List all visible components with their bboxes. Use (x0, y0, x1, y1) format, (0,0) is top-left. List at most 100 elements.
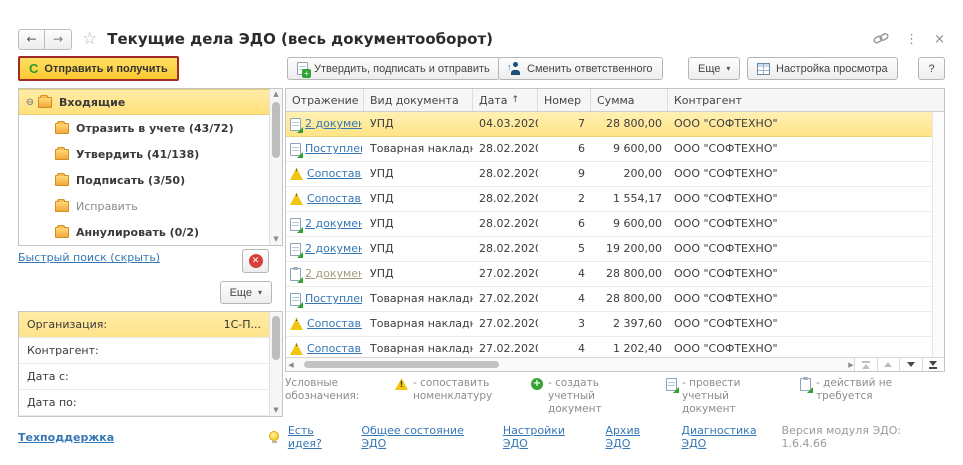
warning-icon (290, 343, 303, 355)
edo-settings-link[interactable]: Настройки ЭДО (503, 424, 591, 450)
table-row[interactable]: Сопоставить ... УПД28.02.2020 21 554,17 … (286, 187, 944, 212)
page-up-button[interactable] (878, 358, 901, 371)
quick-search-row: Быстрый поиск (скрыть) ✕ (18, 251, 283, 277)
filters-scrollbar[interactable]: ▼ (269, 312, 282, 416)
go-to-bottom-button[interactable] (923, 358, 945, 371)
table-settings-icon (757, 63, 770, 75)
idea-link[interactable]: Есть идея? (288, 424, 349, 450)
get-link-icon[interactable] (873, 31, 889, 48)
document-link[interactable]: 2 документа (305, 262, 362, 286)
edo-diagnostics-link[interactable]: Диагностика ЭДО (681, 424, 781, 450)
column-header-date[interactable]: Дата ↑ (473, 89, 538, 111)
document-link[interactable]: Поступление ... (305, 137, 362, 161)
posted-doc-icon (666, 378, 677, 391)
tree-item-reflect[interactable]: Отразить в учете (43/72) (19, 115, 269, 141)
column-header-number[interactable]: Номер (538, 89, 591, 111)
table-row[interactable]: Поступление ... Товарная накладная28.02.… (286, 137, 944, 162)
filter-date-to[interactable]: Дата по: (19, 390, 269, 416)
tech-support-link[interactable]: Техподдержка (18, 431, 114, 444)
filter-contractor[interactable]: Контрагент: (19, 338, 269, 364)
back-arrow-icon: ← (26, 32, 36, 46)
document-link[interactable]: Сопоставить ... (307, 337, 362, 358)
tree-item-sign[interactable]: Подписать (3/50) (19, 167, 269, 193)
warning-icon (290, 318, 303, 330)
table-row[interactable]: Сопоставить ... УПД28.02.2020 9200,00 ОО… (286, 162, 944, 187)
refresh-icon: C (29, 62, 38, 75)
approve-sign-send-button[interactable]: Утвердить, подписать и отправить (287, 57, 500, 80)
scrollbar-thumb[interactable] (272, 316, 280, 360)
change-responsible-button[interactable]: ↑ Сменить ответственного (498, 57, 663, 80)
tree-scrollbar[interactable]: ▲ ▼ (269, 89, 282, 245)
scroll-up-icon[interactable]: ▲ (270, 89, 282, 100)
more-menu-icon[interactable]: ⋮ (905, 32, 918, 47)
table-vertical-scrollbar[interactable] (932, 112, 944, 358)
send-and-receive-button[interactable]: C Отправить и получить (18, 56, 179, 81)
table-horizontal-scrollbar[interactable]: ◀ ▶ (286, 357, 856, 371)
column-header-sum[interactable]: Сумма (591, 89, 668, 111)
chevron-down-icon: ▾ (726, 64, 730, 73)
column-header-contractor[interactable]: Контрагент (668, 89, 944, 111)
scroll-down-icon[interactable]: ▼ (270, 234, 282, 245)
tree-item-annul[interactable]: Аннулировать (0/2) (19, 219, 269, 245)
table-row[interactable]: 2 документа УПД28.02.2020 519 200,00 ООО… (286, 237, 944, 262)
filter-organization[interactable]: Организация: 1С-П... (19, 312, 269, 338)
triangle-down-icon (929, 361, 937, 366)
table-row[interactable]: Поступление ... Товарная накладная27.02.… (286, 287, 944, 312)
column-header-reflection[interactable]: Отражение в учете (286, 89, 364, 111)
folder-icon (38, 97, 52, 108)
page-down-button[interactable] (900, 358, 923, 371)
more-button[interactable]: Еще ▾ (688, 57, 740, 80)
chevron-down-icon: ▾ (258, 288, 262, 297)
table-row[interactable]: 2 документа УПД27.02.2020 428 800,00 ООО… (286, 262, 944, 287)
footer: Техподдержка Есть идея? Общее состояние … (18, 424, 945, 450)
table-row[interactable]: 2 документа УПД28.02.2020 69 600,00 ООО … (286, 212, 944, 237)
posted-doc-icon (290, 218, 301, 231)
scrollbar-thumb[interactable] (272, 102, 280, 158)
table-row[interactable]: Сопоставить ... Товарная накладная27.02.… (286, 312, 944, 337)
collapse-toggle-icon[interactable]: ⊖ (24, 97, 36, 108)
quick-search-link[interactable]: Быстрый поиск (скрыть) (18, 251, 160, 264)
view-settings-button[interactable]: Настройка просмотра (747, 57, 898, 80)
table-row[interactable]: Сопоставить ... Товарная накладная27.02.… (286, 337, 944, 358)
sign-document-icon (297, 62, 308, 75)
tree-item-fix[interactable]: Исправить (19, 193, 269, 219)
scroll-down-icon[interactable]: ▼ (270, 405, 282, 416)
triangle-up-icon (884, 362, 892, 367)
document-link[interactable]: Сопоставить ... (307, 187, 362, 211)
module-version: Версия модуля ЭДО: 1.6.4.66 (782, 424, 945, 450)
posted-doc-icon (290, 293, 301, 306)
clear-search-button[interactable]: ✕ (242, 249, 269, 273)
column-header-doc-type[interactable]: Вид документа (364, 89, 473, 111)
scrollbar-thumb[interactable] (304, 361, 499, 368)
favorite-star-icon[interactable]: ☆ (82, 29, 97, 49)
tree-item-approve[interactable]: Утвердить (41/138) (19, 141, 269, 167)
table-row[interactable]: 2 документа УПД04.03.2020 728 800,00 ООО… (286, 112, 944, 137)
document-link[interactable]: Сопоставить ... (307, 312, 362, 336)
document-link[interactable]: Поступление ... (305, 287, 362, 311)
edo-archive-link[interactable]: Архив ЭДО (605, 424, 666, 450)
document-link[interactable]: Сопоставить ... (307, 162, 362, 186)
tree-item-incoming[interactable]: ⊖ Входящие (19, 89, 269, 115)
legend-item-match: - сопоставить номенклатуру (395, 377, 505, 416)
back-button[interactable]: ← (18, 29, 45, 50)
legend: Условные обозначения: - сопоставить номе… (285, 377, 945, 416)
filter-date-from[interactable]: Дата с: (19, 364, 269, 390)
legend-item-no-action: - действий не требуется (800, 377, 908, 416)
help-button[interactable]: ? (918, 57, 945, 80)
lightbulb-icon (269, 431, 280, 443)
edo-status-link[interactable]: Общее состояние ЭДО (361, 424, 488, 450)
table-nav-buttons (854, 357, 944, 371)
go-to-top-button[interactable] (855, 358, 878, 371)
warning-icon (290, 168, 303, 180)
scroll-left-icon[interactable]: ◀ (286, 361, 296, 369)
edo-current-tasks-window: ← → ☆ Текущие дела ЭДО (весь документооб… (0, 0, 963, 465)
toolbar: C Отправить и получить Утвердить, подпис… (18, 57, 945, 83)
filters-more-button[interactable]: Еще ▾ (220, 281, 272, 304)
document-link[interactable]: 2 документа (305, 112, 362, 136)
legend-label: Условные обозначения: (285, 377, 369, 416)
table-header: Отражение в учете Вид документа Дата ↑ Н… (286, 89, 944, 112)
document-link[interactable]: 2 документа (305, 212, 362, 236)
document-link[interactable]: 2 документа (305, 237, 362, 261)
close-icon[interactable]: × (934, 32, 945, 47)
forward-button[interactable]: → (45, 29, 72, 50)
